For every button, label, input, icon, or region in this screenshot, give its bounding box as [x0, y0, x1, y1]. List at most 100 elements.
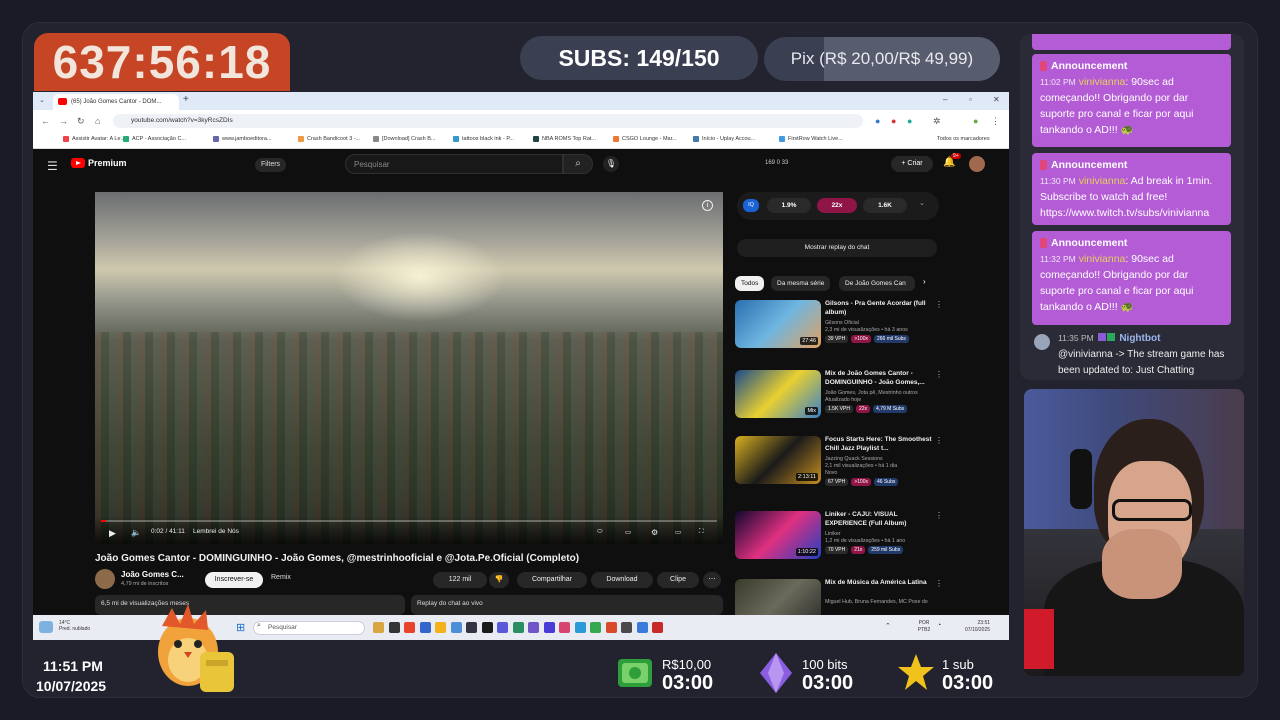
mic-icon[interactable]: 🎙: [603, 156, 619, 172]
tab-list-icon[interactable]: ⌄: [39, 96, 45, 104]
extension-icon[interactable]: ●: [875, 116, 880, 126]
video-title[interactable]: Focus Starts Here: The Smoothest Chill J…: [825, 436, 935, 453]
steam-icon[interactable]: [481, 622, 493, 633]
video-title[interactable]: Liniker - CAJU: VISUAL EXPERIENCE (Full …: [825, 511, 935, 528]
recommended-video[interactable]: 1:10:22 Liniker - CAJU: VISUAL EXPERIENCE…: [735, 511, 945, 573]
extension-icon[interactable]: ●: [891, 116, 896, 126]
menu-icon[interactable]: ⋮: [991, 116, 1000, 127]
avatar[interactable]: [969, 156, 985, 172]
forward-icon[interactable]: →: [59, 116, 68, 126]
bookmark-item[interactable]: Assistir Avatar: A Le...: [63, 136, 125, 142]
iq-icon[interactable]: IQ: [743, 199, 759, 212]
play-icon[interactable]: ▶: [109, 528, 116, 539]
profile-icon[interactable]: ●: [973, 116, 978, 126]
maximize-icon[interactable]: ▫: [969, 95, 972, 104]
theater-icon[interactable]: ▭: [675, 528, 681, 536]
info-icon[interactable]: i: [702, 200, 713, 211]
bookmark-item[interactable]: FirstRow Watch Live...: [779, 136, 843, 142]
extension-icon[interactable]: ●: [907, 116, 912, 126]
widgets-icon[interactable]: [373, 622, 384, 633]
bookmark-item[interactable]: Início - Uplay Accou...: [693, 136, 755, 142]
dislike-icon[interactable]: 👎: [489, 572, 509, 588]
app-icon[interactable]: [497, 622, 508, 633]
chip-channel[interactable]: De João Gomes Can: [839, 276, 915, 291]
video-thumbnail[interactable]: Mix: [735, 370, 821, 418]
youtube-logo[interactable]: Premium: [71, 158, 127, 168]
store-icon[interactable]: [450, 622, 462, 633]
task-view-icon[interactable]: [388, 622, 400, 633]
video-title[interactable]: Mix de Música da América Latina: [825, 579, 935, 588]
chevron-down-icon[interactable]: ⌄: [919, 199, 925, 207]
wifi-icon[interactable]: ◔: [937, 622, 941, 629]
all-bookmarks[interactable]: Todos os marcadores: [937, 136, 990, 142]
video-title[interactable]: Gilsons - Pra Gente Acordar (full album): [825, 300, 935, 317]
remix-button[interactable]: Remix: [271, 574, 291, 581]
puzzle-icon[interactable]: ✲: [933, 116, 941, 127]
folder-icon[interactable]: [435, 622, 446, 633]
back-icon[interactable]: ←: [41, 116, 50, 126]
more-vert-icon[interactable]: ⋮: [935, 370, 943, 379]
minimize-icon[interactable]: –: [943, 95, 947, 104]
address-bar[interactable]: youtube.com/watch?v=3kyRcsZDIs: [113, 114, 863, 128]
search-input[interactable]: Pesquisar: [345, 154, 563, 174]
filters-button[interactable]: Filters: [255, 158, 287, 172]
video-thumbnail[interactable]: 27:46: [735, 300, 821, 348]
keyboard-language[interactable]: POR PTB2: [917, 620, 931, 634]
download-button[interactable]: Download: [591, 572, 653, 588]
app-icon[interactable]: [543, 622, 555, 633]
video-player[interactable]: i: [95, 192, 723, 544]
taskbar-search[interactable]: Pesquisar: [253, 621, 365, 635]
video-thumbnail[interactable]: 1:10:22: [735, 511, 821, 559]
create-button[interactable]: + Criar: [891, 156, 933, 172]
bookmark-item[interactable]: tattoos black ink - P...: [453, 136, 514, 142]
fullscreen-icon[interactable]: ⛶: [699, 528, 704, 536]
chat-username[interactable]: vinivianna: [1079, 76, 1126, 88]
more-vert-icon[interactable]: ⋮: [935, 300, 943, 309]
more-icon[interactable]: ⋯: [703, 572, 721, 588]
subscribe-button[interactable]: Inscrever-se: [205, 572, 263, 588]
chevron-right-icon[interactable]: ›: [923, 277, 926, 286]
app-icon[interactable]: [652, 622, 663, 633]
weather-widget[interactable]: 14°C Pred. nublado: [59, 620, 90, 632]
app-icon[interactable]: [528, 622, 539, 633]
recommended-video[interactable]: 27:46 Gilsons - Pra Gente Acordar (full a…: [735, 300, 945, 362]
reload-icon[interactable]: ↻: [77, 116, 85, 127]
chapter-title[interactable]: Lembrei de Nós: [193, 528, 239, 535]
app-icon[interactable]: [466, 622, 477, 633]
share-button[interactable]: Compartilhar: [517, 572, 587, 588]
browser-tab[interactable]: (65) João Gomes Cantor - DOM...: [53, 94, 179, 110]
video-thumbnail[interactable]: 2:13:11: [735, 436, 821, 484]
discord-icon[interactable]: [636, 622, 648, 633]
bookmark-item[interactable]: ACP - Associação C...: [123, 136, 186, 142]
app-icon[interactable]: [512, 622, 524, 633]
menu-icon[interactable]: ☰: [47, 159, 58, 173]
tray-chevron-icon[interactable]: ⌃: [885, 622, 891, 630]
show-chat-replay-button[interactable]: Mostrar replay do chat: [737, 239, 937, 257]
app-icon[interactable]: [605, 622, 617, 633]
like-button[interactable]: 122 mil: [433, 572, 487, 588]
close-icon[interactable]: ✕: [993, 95, 1000, 104]
app-icon[interactable]: [574, 622, 586, 633]
volume-icon[interactable]: 🔈: [131, 528, 141, 537]
bookmark-item[interactable]: [Download] Crash B...: [373, 136, 436, 142]
chat-username[interactable]: Nightbot: [1119, 333, 1160, 344]
app-icon[interactable]: [590, 622, 601, 633]
autoplay-toggle[interactable]: ⬭: [597, 528, 603, 536]
clip-button[interactable]: Clipe: [657, 572, 699, 588]
progress-bar[interactable]: [101, 520, 717, 522]
app-icon[interactable]: [559, 622, 570, 633]
more-vert-icon[interactable]: ⋮: [935, 436, 943, 445]
more-vert-icon[interactable]: ⋮: [935, 511, 943, 520]
description-box[interactable]: 6,5 mi de visualizações meses: [95, 595, 405, 615]
chat-username[interactable]: vinivianna: [1079, 175, 1126, 187]
search-icon[interactable]: ⌕: [563, 154, 593, 174]
new-tab-button[interactable]: +: [183, 94, 189, 105]
video-title[interactable]: Mix de João Gomes Cantor - DOMINGUINHO -…: [825, 370, 935, 387]
recommended-video[interactable]: Mix Mix de João Gomes Cantor - DOMINGUINH…: [735, 370, 945, 432]
taskbar-clock[interactable]: 23:51 07/10/2025: [965, 620, 990, 634]
chat-replay-bar[interactable]: Replay do chat ao vivo: [411, 595, 723, 615]
bookmark-item[interactable]: CSGO Lounge - Mar...: [613, 136, 677, 142]
recommended-video[interactable]: 2:13:11 Focus Starts Here: The Smoothest …: [735, 436, 945, 498]
app-icon[interactable]: [621, 622, 632, 633]
gear-icon[interactable]: ⚙: [651, 528, 658, 537]
